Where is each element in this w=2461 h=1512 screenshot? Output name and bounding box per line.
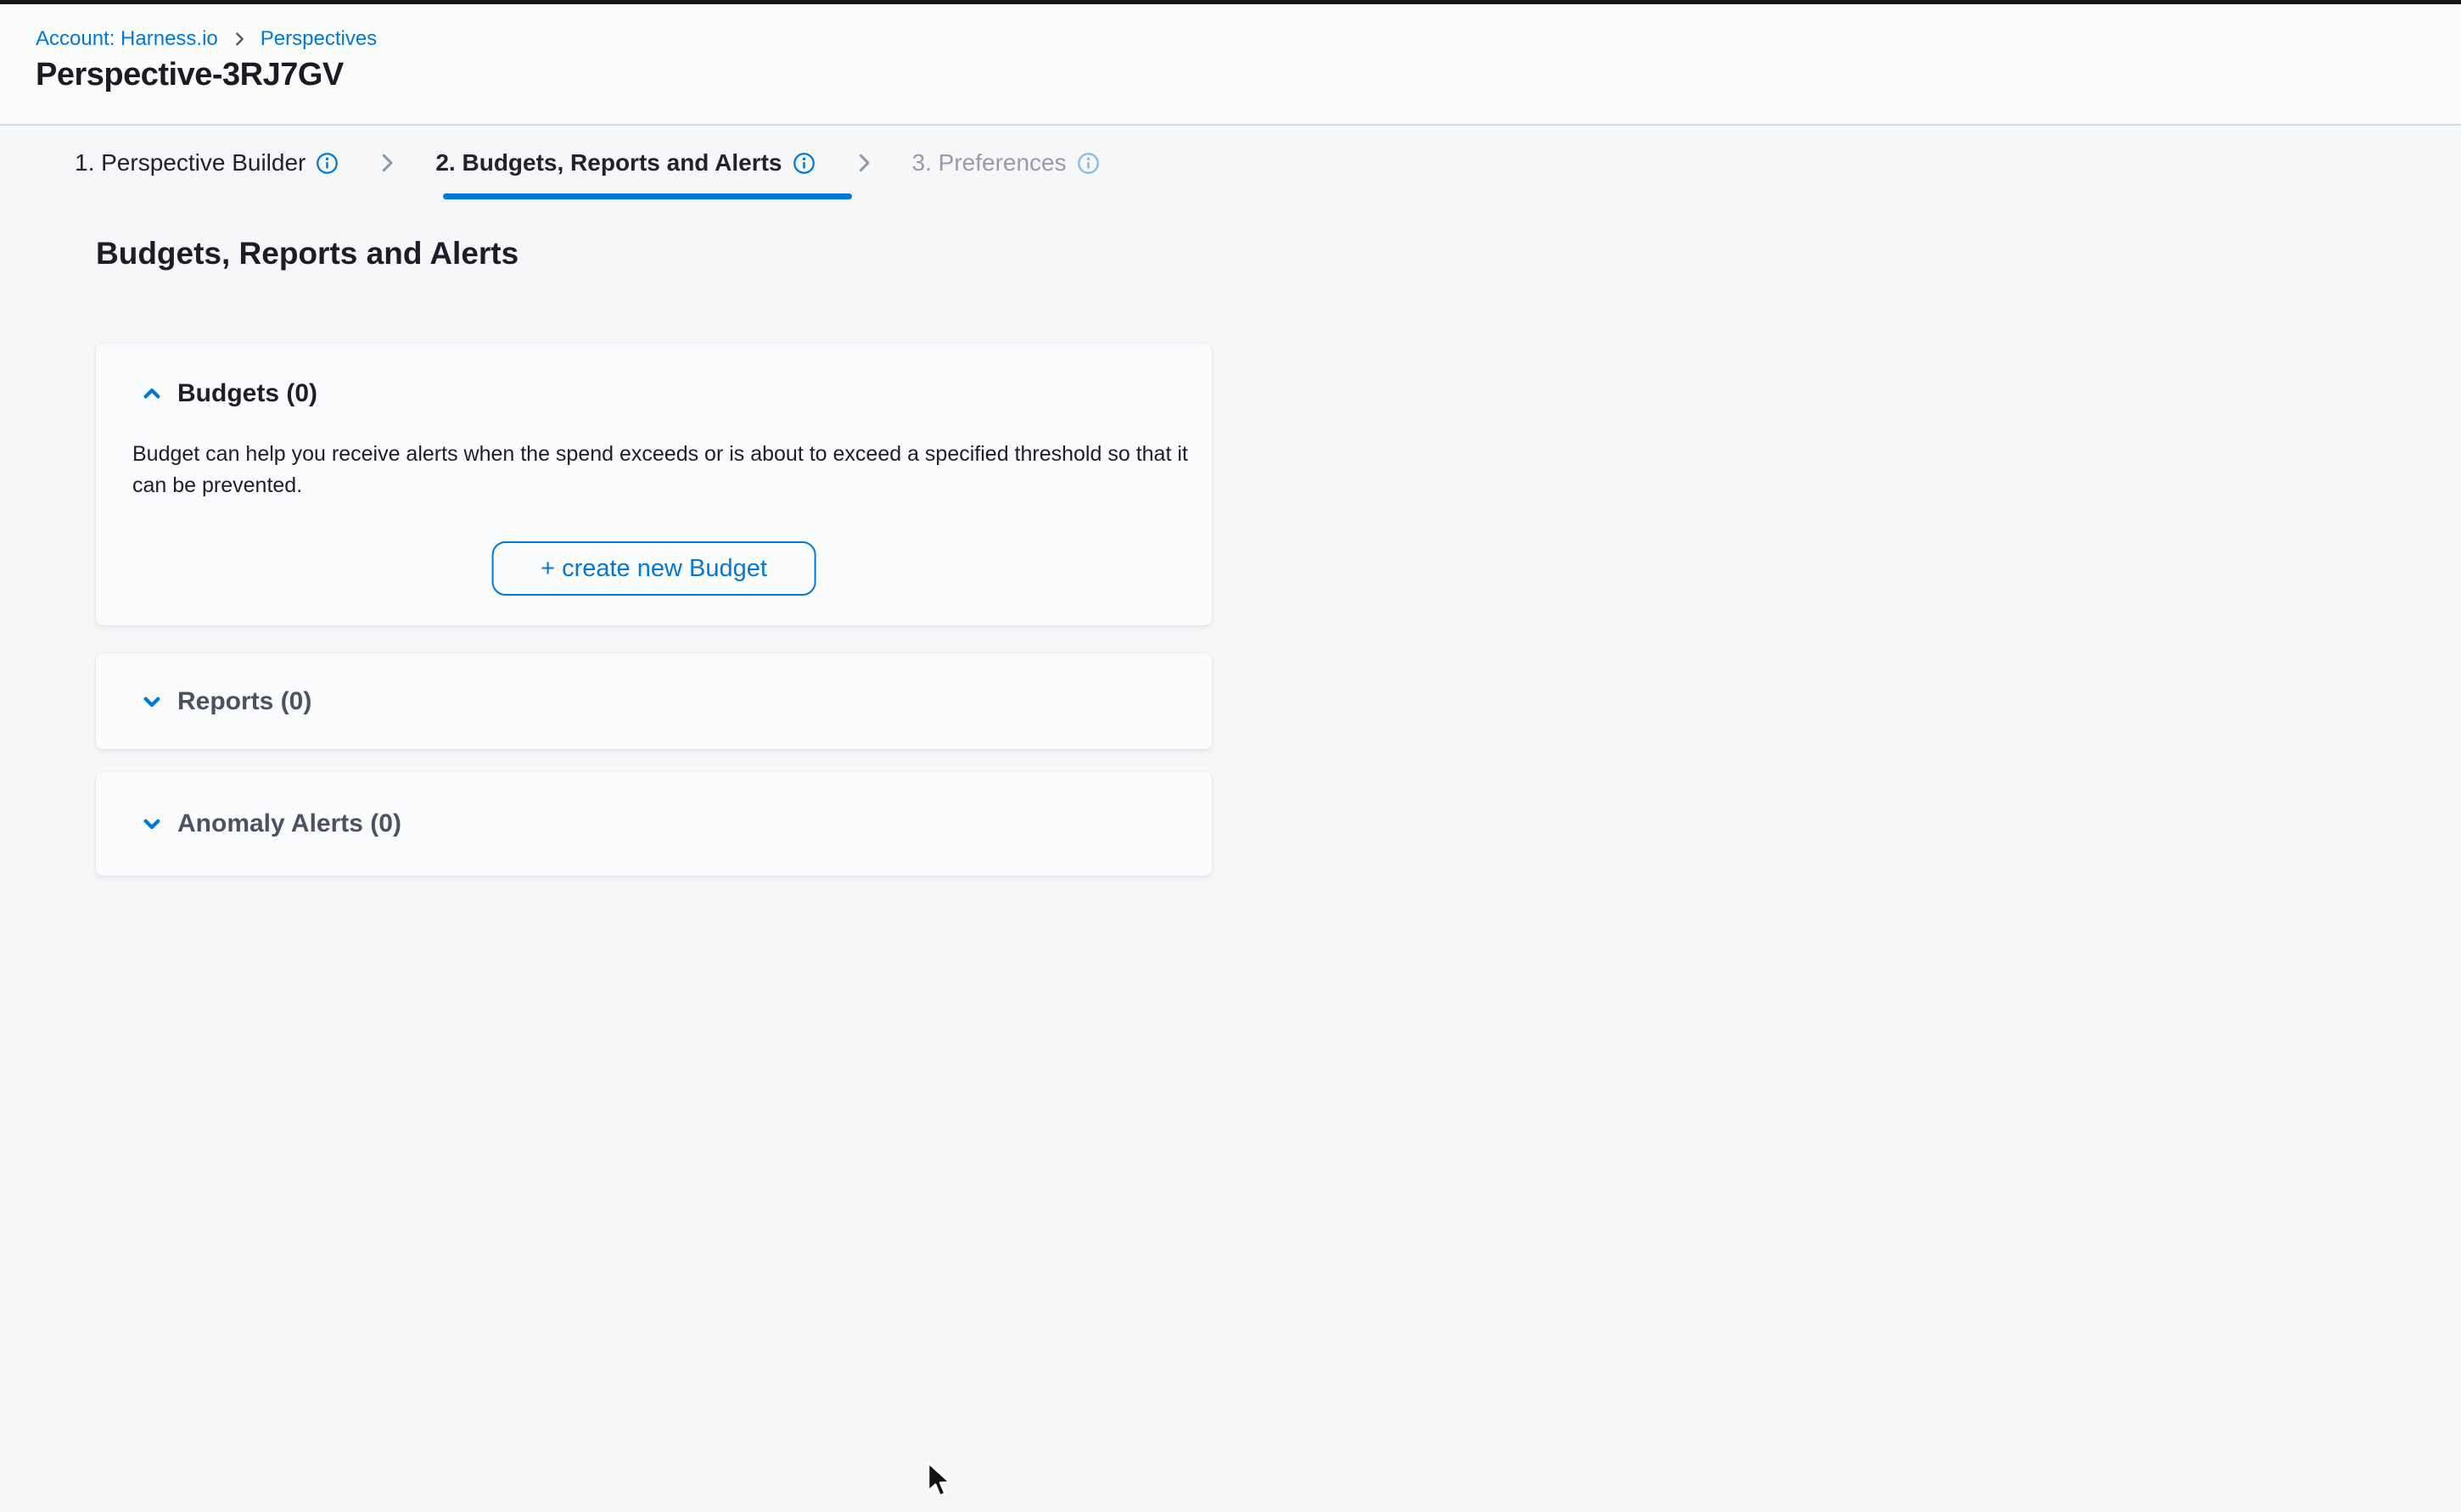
budgets-card: Budgets (0) Budget can help you receive … [96, 344, 1212, 625]
step-separator-chevron-icon [851, 150, 877, 176]
anomaly-alerts-card: Anomaly Alerts (0) [96, 772, 1212, 876]
step-separator-chevron-icon [374, 150, 400, 176]
section-heading: Budgets, Reports and Alerts [96, 236, 519, 272]
info-icon[interactable] [1077, 152, 1100, 175]
tab-perspective-builder[interactable]: 1. Perspective Builder [75, 149, 339, 176]
reports-card: Reports (0) [96, 653, 1212, 749]
chevron-up-icon[interactable] [138, 380, 165, 407]
budgets-card-header[interactable]: Budgets (0) [138, 379, 317, 408]
chevron-down-icon[interactable] [138, 810, 165, 837]
tab-budgets-reports-alerts[interactable]: 2. Budgets, Reports and Alerts [435, 149, 815, 176]
tab-perspective-builder-label: 1. Perspective Builder [75, 149, 306, 176]
active-tab-underline [443, 193, 852, 199]
info-icon[interactable] [316, 152, 339, 175]
wizard-steps: 1. Perspective Builder 2. Budgets, Repor… [0, 127, 2461, 212]
tab-budgets-reports-alerts-label: 2. Budgets, Reports and Alerts [435, 149, 782, 176]
tab-preferences-label: 3. Preferences [912, 149, 1067, 176]
breadcrumb: Account: Harness.io Perspectives [36, 26, 377, 52]
breadcrumb-perspectives-link[interactable]: Perspectives [261, 26, 377, 52]
page-header: Account: Harness.io Perspectives Perspec… [0, 4, 2461, 126]
budgets-card-title: Budgets (0) [177, 379, 317, 408]
anomaly-alerts-card-header[interactable]: Anomaly Alerts (0) [138, 772, 401, 876]
reports-card-header[interactable]: Reports (0) [138, 653, 311, 749]
breadcrumb-chevron-icon [230, 30, 249, 48]
page-title: Perspective-3RJ7GV [36, 57, 344, 93]
create-new-budget-button[interactable]: + create new Budget [491, 541, 816, 596]
info-icon[interactable] [793, 152, 816, 175]
budgets-description: Budget can help you receive alerts when … [132, 439, 1193, 501]
tab-preferences[interactable]: 3. Preferences [912, 149, 1100, 176]
breadcrumb-account-link[interactable]: Account: Harness.io [36, 26, 218, 52]
perspective-wizard-page: Account: Harness.io Perspectives Perspec… [0, 0, 2461, 1512]
anomaly-alerts-card-title: Anomaly Alerts (0) [177, 809, 401, 838]
chevron-down-icon[interactable] [138, 688, 165, 715]
mouse-cursor-icon [923, 1461, 957, 1503]
reports-card-title: Reports (0) [177, 687, 311, 716]
